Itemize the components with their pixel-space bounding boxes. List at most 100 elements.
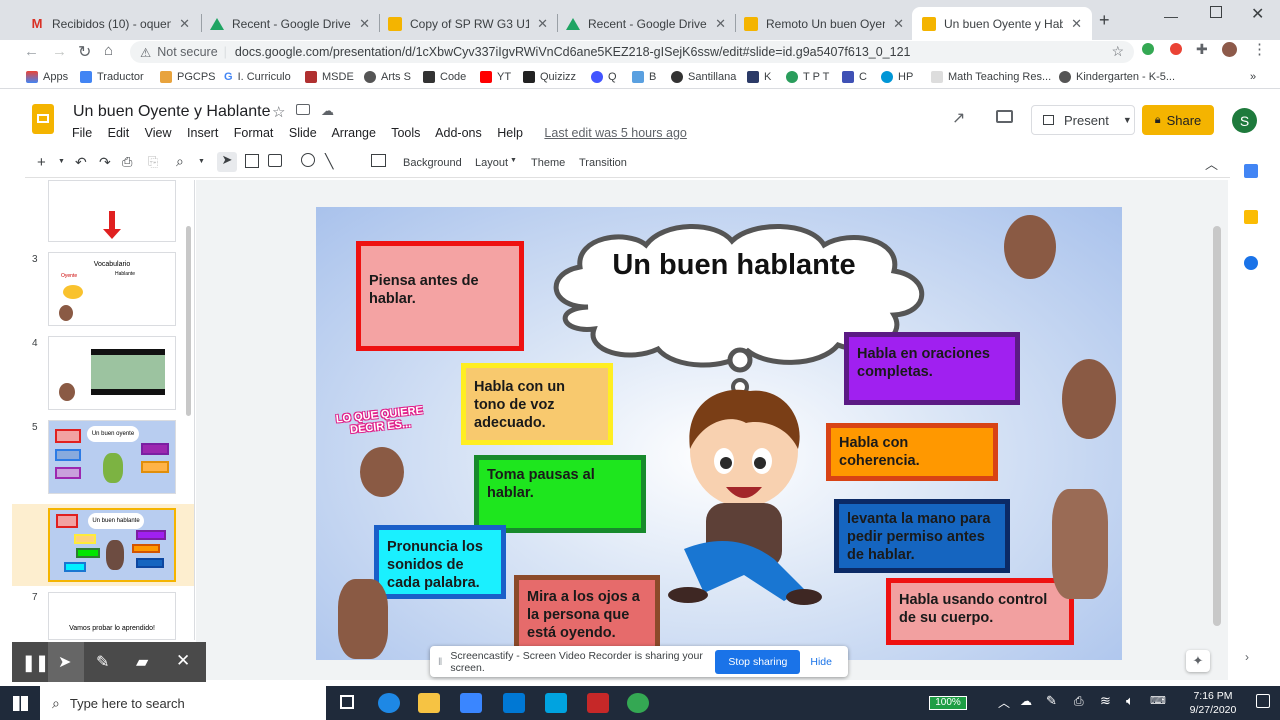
tab-remoto[interactable]: Remoto Un buen Oyente y H✕ <box>734 7 914 40</box>
edge-icon[interactable] <box>378 693 400 713</box>
clock[interactable]: 7:16 PM 9/27/2020 <box>1178 689 1248 717</box>
maximize-icon[interactable] <box>1210 6 1222 18</box>
slide-thumbnail-2[interactable] <box>48 180 176 242</box>
transition-button[interactable]: Transition <box>579 157 627 169</box>
notifications-icon[interactable] <box>1256 694 1270 708</box>
speaker-tip-tone[interactable]: Habla con un tono de voz adecuado. <box>461 363 613 445</box>
language-icon[interactable]: ⌨ <box>1150 694 1166 707</box>
bookmark-traductor[interactable]: Traductor <box>80 71 144 83</box>
speaker-tip-think[interactable]: Piensa antes de hablar. <box>356 241 524 351</box>
volume-icon[interactable]: 🔈︎ <box>1126 693 1134 709</box>
speaker-tip-pauses[interactable]: Toma pausas al hablar. <box>474 455 646 533</box>
speaker-tip-sentences[interactable]: Habla en oraciones completas. <box>844 332 1020 405</box>
bookmark-star-icon[interactable]: ☆ <box>1111 43 1124 60</box>
menu-addons[interactable]: Add-ons <box>435 126 482 140</box>
pen-icon[interactable]: ✎ <box>96 652 109 672</box>
line-icon[interactable]: ╲ <box>325 153 333 170</box>
share-button[interactable]: 🔒︎ Share <box>1142 105 1214 135</box>
chevron-up-icon[interactable]: ︿ <box>998 694 1010 711</box>
keep-icon[interactable] <box>1244 210 1258 224</box>
stop-sharing-button[interactable]: Stop sharing <box>715 649 801 674</box>
extension-icon[interactable] <box>1170 43 1182 55</box>
printer-icon[interactable]: ⎙ <box>1074 694 1084 709</box>
boy-illustration[interactable] <box>654 379 834 619</box>
bookmark-quizizz[interactable]: Quizizz <box>523 71 576 83</box>
menu-format[interactable]: Format <box>234 126 274 140</box>
slide-canvas[interactable]: Un buen hablante Piensa antes de hablar.… <box>316 207 1122 660</box>
tab-slides-copy[interactable]: Copy of SP RW G3 U1 W2 S✕ <box>378 7 558 40</box>
select-cursor-icon[interactable]: ➤ <box>217 152 237 172</box>
close-icon[interactable]: ✕ <box>176 651 190 671</box>
star-icon[interactable]: ☆ <box>272 103 285 121</box>
document-title[interactable]: Un buen Oyente y Hablante <box>73 103 270 121</box>
menu-help[interactable]: Help <box>497 126 523 140</box>
speaker-tip-raise-hand[interactable]: levanta la mano para pedir permiso antes… <box>834 499 1010 573</box>
bookmark-santillana[interactable]: Santillana <box>671 71 736 83</box>
mcafee-icon[interactable] <box>587 693 609 713</box>
minimize-icon[interactable]: — <box>1164 8 1178 24</box>
address-bar[interactable]: ⚠ Not secure | docs.google.com/presentat… <box>130 41 1134 63</box>
cloud-icon[interactable]: ☁ <box>1020 694 1032 708</box>
bookmark-k[interactable]: K <box>747 71 771 83</box>
mail-icon[interactable] <box>503 693 525 713</box>
tab-gmail[interactable]: MRecibidos (10) - oquendosh✕ <box>20 7 200 40</box>
slides-logo-icon[interactable] <box>32 104 54 134</box>
bookmark-yt[interactable]: YT <box>480 71 511 83</box>
task-view-icon[interactable] <box>340 695 354 709</box>
bookmark-q[interactable]: Q <box>591 71 617 83</box>
chrome-icon[interactable] <box>627 693 649 713</box>
theme-button[interactable]: Theme <box>531 157 565 169</box>
window-close-icon[interactable]: ✕ <box>1251 4 1264 24</box>
bookmark-apps[interactable]: Apps <box>26 71 68 83</box>
new-tab-icon[interactable]: + <box>1099 10 1110 31</box>
print-icon[interactable]: ⎙ <box>122 154 132 170</box>
home-icon[interactable]: ⌂ <box>104 42 113 59</box>
slide-thumbnail-5[interactable]: Un buen oyente <box>48 420 176 494</box>
close-icon[interactable]: ✕ <box>1071 16 1082 32</box>
bookmarks-more-icon[interactable]: » <box>1250 71 1256 83</box>
bookmark-msde[interactable]: MSDE <box>305 71 354 83</box>
menu-slide[interactable]: Slide <box>289 126 317 140</box>
kebab-menu-icon[interactable]: ⋮ <box>1252 40 1267 58</box>
chevron-down-icon[interactable]: ▼ <box>510 157 517 164</box>
teacher-avatar-standing[interactable] <box>1052 489 1108 599</box>
undo-icon[interactable]: ↶ <box>75 154 87 171</box>
comment-icon[interactable] <box>996 110 1013 123</box>
taskbar-search[interactable]: ⌕ Type here to search <box>40 686 326 720</box>
pause-icon[interactable]: ❚❚ <box>22 653 49 673</box>
chevron-down-icon[interactable]: ▼ <box>198 158 205 165</box>
explore-icon[interactable]: ✦ <box>1186 650 1210 672</box>
background-button[interactable]: Background <box>403 157 462 169</box>
store-icon[interactable] <box>460 693 482 713</box>
slide-thumbnail-6[interactable]: Un buen hablante <box>48 508 176 582</box>
tab-drive-1[interactable]: Recent - Google Drive ✕ <box>200 7 380 40</box>
new-slide-icon[interactable]: + <box>37 154 46 171</box>
forward-icon[interactable]: → <box>52 43 67 60</box>
collapse-toolbar-icon[interactable]: ︿ <box>1205 154 1218 173</box>
bookmark-pgcps[interactable]: PGCPS <box>160 71 216 83</box>
tab-active[interactable]: Un buen Oyente y Hablante✕ <box>912 7 1092 40</box>
hide-button[interactable]: Hide <box>810 656 832 668</box>
bookmark-arts[interactable]: Arts S <box>364 71 411 83</box>
bookmark-curriculo[interactable]: G I. Curriculo <box>224 71 291 83</box>
slide-thumbnail-3[interactable]: Vocabulario Oyente Hablante <box>48 252 176 326</box>
text-box-icon[interactable] <box>245 154 259 168</box>
back-icon[interactable]: ← <box>24 43 39 60</box>
tab-drive-2[interactable]: Recent - Google Drive ✕ <box>556 7 736 40</box>
tasks-icon[interactable] <box>1244 256 1258 270</box>
windows-start-icon[interactable] <box>13 696 28 711</box>
reload-icon[interactable]: ↻ <box>78 42 91 62</box>
bookmark-math[interactable]: Math Teaching Res... <box>931 71 1051 83</box>
chevron-right-icon[interactable]: › <box>1245 650 1249 664</box>
slide-title[interactable]: Un buen hablante <box>556 249 912 282</box>
bookmark-hp[interactable]: HP <box>881 71 913 83</box>
slide-thumbnail-4[interactable] <box>48 336 176 410</box>
menu-tools[interactable]: Tools <box>391 126 420 140</box>
paint-format-icon[interactable]: ⎘ <box>148 154 158 170</box>
slide-thumbnail-7[interactable]: Vamos probar lo aprendido! <box>48 592 176 640</box>
teacher-avatar-waving[interactable] <box>1062 359 1116 439</box>
last-edit-link[interactable]: Last edit was 5 hours ago <box>544 126 686 140</box>
cursor-icon[interactable]: ➤ <box>58 652 71 672</box>
file-explorer-icon[interactable] <box>418 693 440 713</box>
close-icon[interactable]: ✕ <box>359 16 370 32</box>
